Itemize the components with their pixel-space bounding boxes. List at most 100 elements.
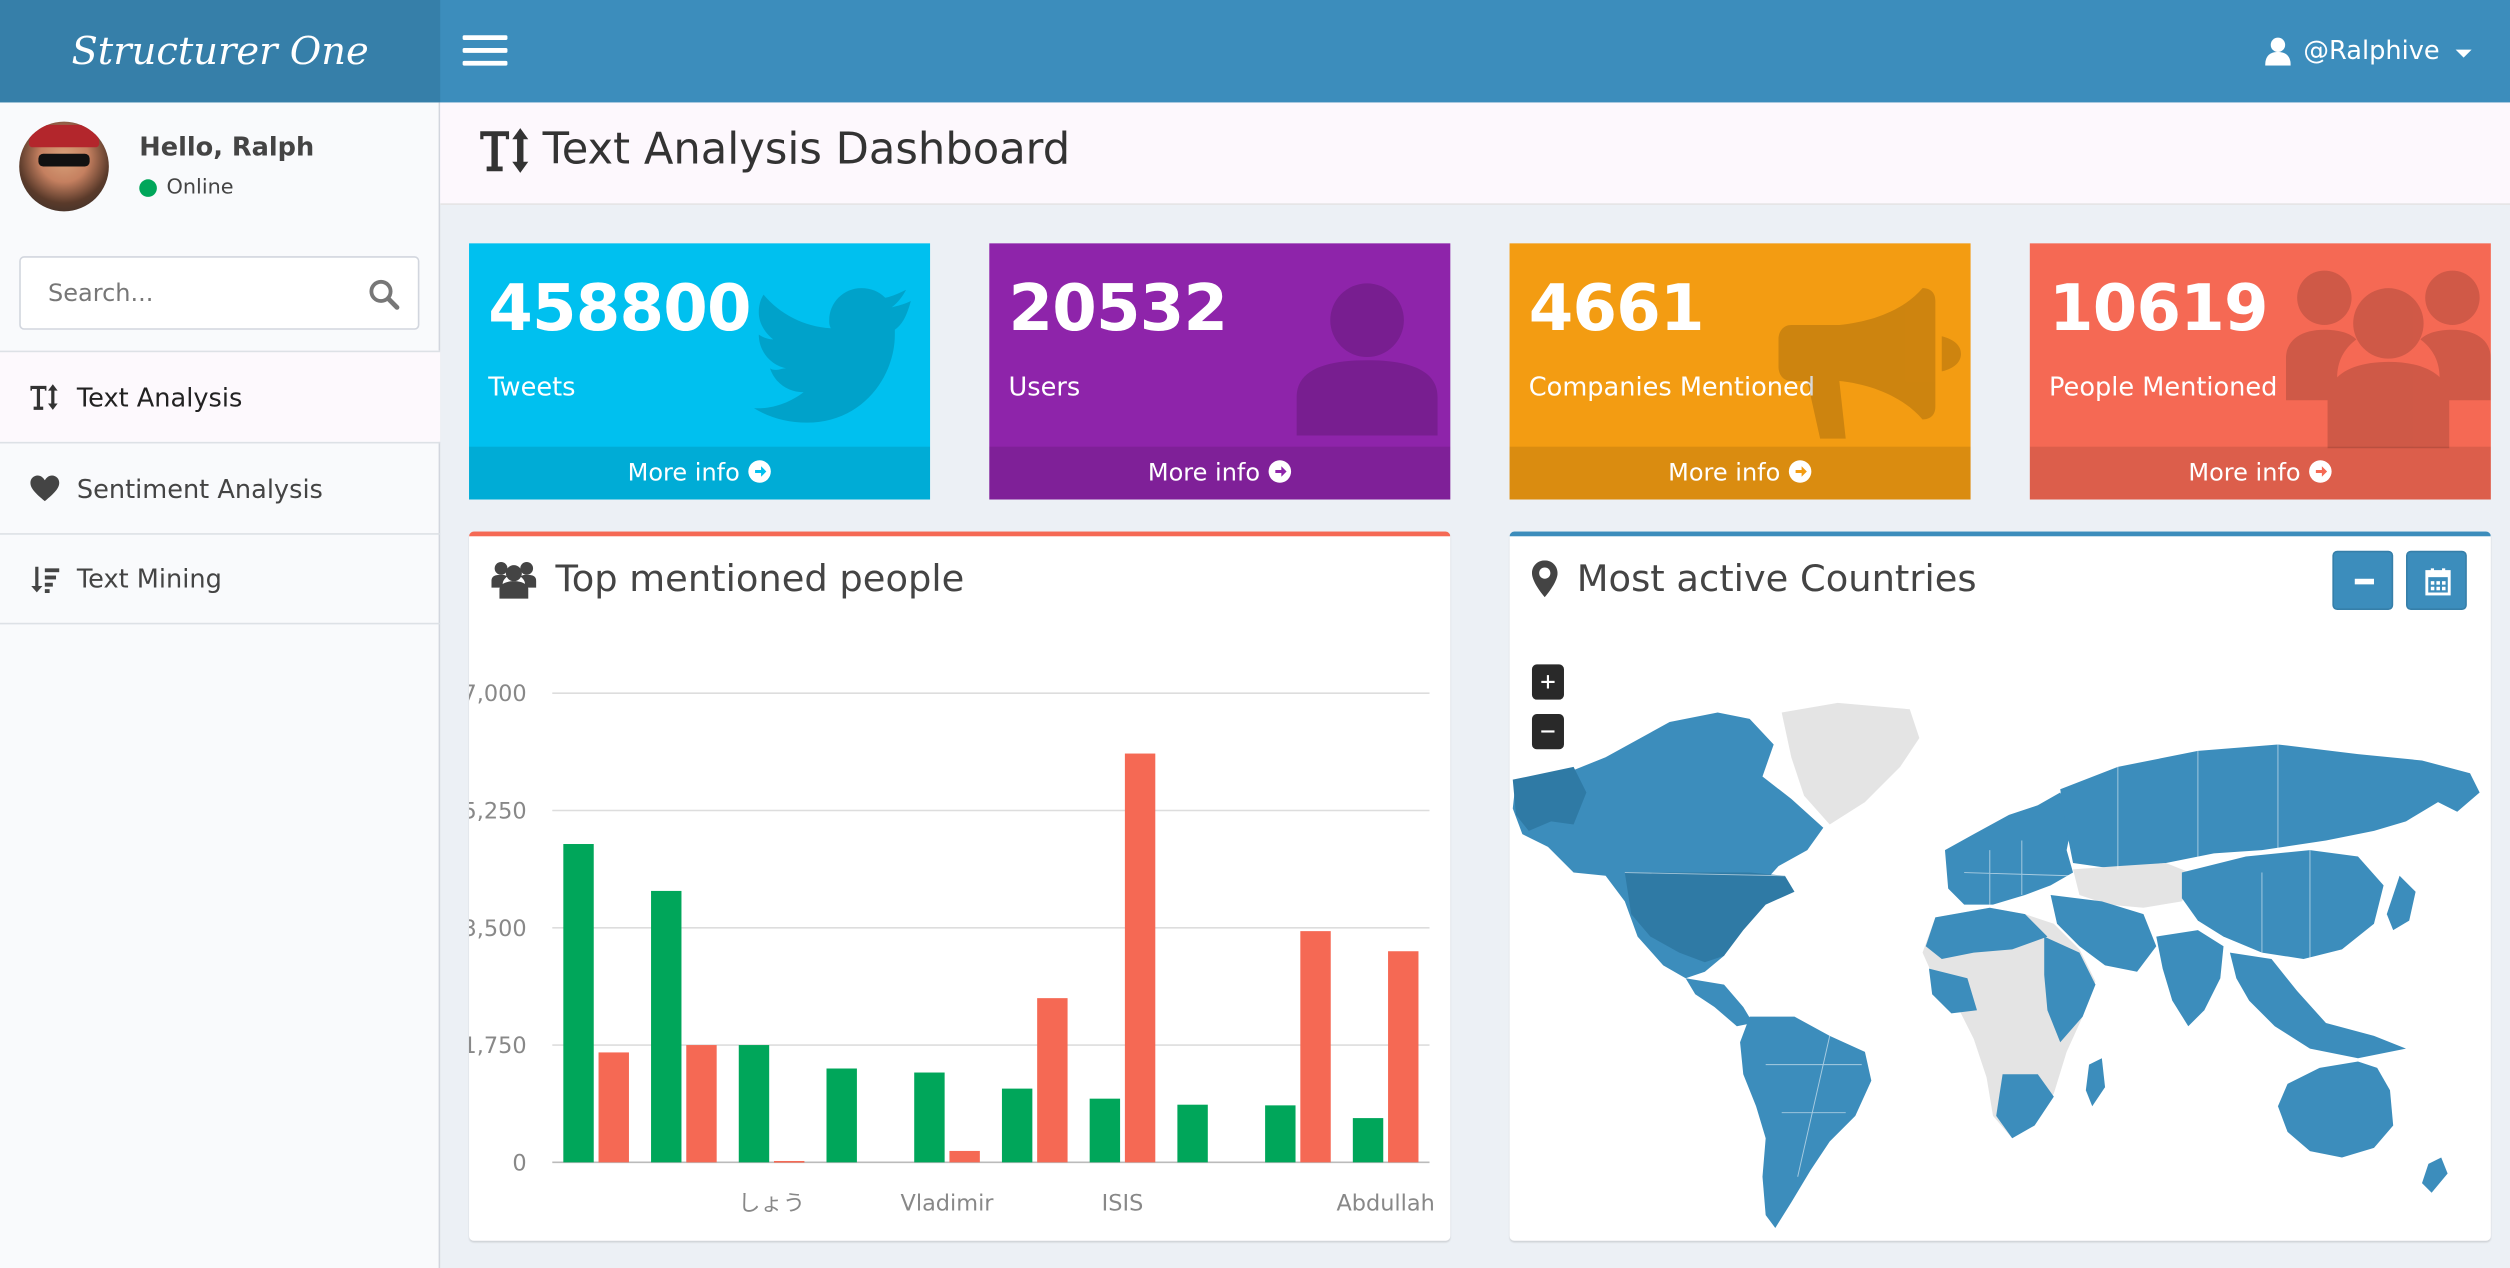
tweets-tile: 458800 Tweets More info — [469, 243, 931, 500]
users-more-info-link[interactable]: More info — [989, 446, 1451, 500]
user-icon — [2265, 37, 2291, 66]
tweets-more-info-link[interactable]: More info — [469, 446, 931, 500]
bar-series-0[interactable] — [1265, 1105, 1296, 1163]
x-tick-label: Vladimir — [901, 1190, 995, 1216]
sidebar-item-label: Sentiment Analysis — [76, 473, 323, 504]
sidebar-menu: Text Analysis Sentiment Analysis Text Mi… — [0, 350, 441, 625]
user-greeting: Hello, Ralph — [139, 131, 315, 162]
australia-region[interactable] — [2277, 1061, 2394, 1158]
countries-box: Most active Countries + − — [1509, 531, 2491, 1241]
map-zoom-in-button[interactable]: + — [1531, 664, 1564, 700]
bar-series-0[interactable] — [914, 1072, 945, 1163]
bar-series-0[interactable] — [1001, 1088, 1033, 1163]
caret-down-icon — [2455, 48, 2472, 57]
south-america-region[interactable] — [1740, 1016, 1872, 1228]
search-button[interactable] — [367, 277, 402, 312]
sidebar-search — [19, 256, 420, 330]
map-marker-icon — [1531, 560, 1558, 598]
europe-region[interactable] — [1944, 792, 2074, 905]
bar-series-1[interactable] — [1388, 951, 1419, 1163]
bar-series-1[interactable] — [1037, 998, 1068, 1163]
users-icon — [2285, 270, 2491, 449]
bar-series-1[interactable] — [686, 1045, 717, 1163]
bar-series-1[interactable] — [773, 1160, 805, 1163]
page-title: Text Analysis Dashboard — [479, 125, 1070, 175]
bar-series-0[interactable] — [563, 844, 594, 1163]
minus-icon — [2354, 578, 2374, 585]
status-label: Online — [166, 176, 234, 201]
hamburger-icon — [462, 35, 508, 41]
collapse-button[interactable] — [2332, 550, 2394, 610]
top-people-box: Top mentioned people 01,7503,5005,2507,0… — [469, 531, 1451, 1241]
y-tick-label: 3,500 — [469, 916, 527, 942]
tile-label: People Mentioned — [2049, 371, 2278, 402]
tile-label: Users — [1008, 371, 1081, 402]
sidebar-item-label: Text Analysis — [76, 381, 243, 413]
bar-series-0[interactable] — [1089, 1098, 1121, 1163]
x-tick-label: ISIS — [1102, 1190, 1144, 1216]
more-info-label: More info — [1668, 457, 1781, 487]
arrow-circle-right-icon — [1788, 460, 1812, 483]
companies-more-info-link[interactable]: More info — [1509, 446, 1971, 500]
user-icon — [1296, 283, 1438, 436]
new-zealand-region[interactable] — [2422, 1157, 2448, 1193]
text-height-icon — [480, 127, 529, 173]
companies-tile: 4661 Companies Mentioned More info — [1509, 243, 1971, 500]
more-info-label: More info — [1147, 457, 1261, 487]
x-tick-label: Abdullah — [1336, 1190, 1434, 1216]
tile-value: 4661 — [1528, 272, 1705, 346]
greenland-region[interactable] — [1781, 702, 1920, 825]
chart-bars — [563, 753, 1419, 1163]
sidebar-item-label: Text Mining — [76, 563, 222, 594]
bar-series-0[interactable] — [1352, 1118, 1384, 1163]
date-range-button[interactable] — [2406, 550, 2467, 610]
central-america-region[interactable] — [1685, 978, 1753, 1027]
more-info-label: More info — [2188, 457, 2301, 487]
calendar-icon — [2425, 568, 2451, 596]
people-tile: 10619 People Mentioned More info — [2029, 243, 2491, 500]
chart-x-labels: しょう Vladimir ISIS Abdullah — [738, 1190, 1435, 1216]
russia-region[interactable] — [2060, 744, 2480, 870]
arrow-circle-right-icon — [1268, 460, 1291, 483]
box-title-text: Most active Countries — [1576, 558, 1977, 601]
sidebar-item-sentiment-analysis[interactable]: Sentiment Analysis — [0, 441, 441, 533]
username-label: @Ralphive — [2303, 35, 2440, 66]
sidebar-item-text-mining[interactable]: Text Mining — [0, 533, 441, 625]
y-tick-label: 7,000 — [469, 681, 527, 707]
bar-series-1[interactable] — [598, 1052, 629, 1163]
user-panel: Hello, Ralph Online — [19, 121, 427, 218]
japan-region[interactable] — [2386, 875, 2416, 931]
bar-series-1[interactable] — [949, 1150, 980, 1163]
y-tick-label: 0 — [512, 1150, 526, 1176]
x-tick-label: しょう — [738, 1190, 805, 1216]
tile-value: 20532 — [1008, 272, 1229, 346]
sidebar-toggle-button[interactable] — [462, 35, 508, 67]
bar-series-0[interactable] — [651, 890, 682, 1163]
bar-series-0[interactable] — [1177, 1104, 1208, 1163]
heart-icon — [30, 475, 60, 502]
madagascar-region[interactable] — [2085, 1058, 2106, 1107]
page-title-text: Text Analysis Dashboard — [542, 124, 1071, 175]
y-tick-label: 1,750 — [469, 1033, 527, 1059]
bar-series-0[interactable] — [826, 1068, 857, 1163]
text-height-icon — [30, 384, 58, 410]
bar-series-1[interactable] — [1300, 931, 1331, 1163]
bar-series-1[interactable] — [1124, 753, 1156, 1163]
app-logo[interactable]: Structurer One — [0, 0, 441, 103]
top-navbar: Structurer One @Ralphive — [0, 0, 2510, 103]
tile-value: 10619 — [2049, 272, 2269, 346]
bar-series-0[interactable] — [738, 1045, 770, 1163]
search-input[interactable] — [20, 257, 349, 329]
sidebar: Hello, Ralph Online Text Analysis — [0, 102, 441, 1268]
user-menu[interactable]: @Ralphive — [2265, 0, 2472, 102]
users-tile: 20532 Users More info — [989, 243, 1451, 500]
tile-value: 458800 — [488, 272, 751, 346]
india-region[interactable] — [2156, 930, 2224, 1027]
sidebar-item-text-analysis[interactable]: Text Analysis — [0, 350, 441, 442]
tile-label: Companies Mentioned — [1528, 371, 1815, 402]
bullhorn-icon — [1778, 288, 1961, 439]
people-bar-chart: 0 1,750 3,500 5,250 7,000 しょう Vladimir ISIS Abd… — [469, 681, 1435, 1216]
people-more-info-link[interactable]: More info — [2029, 446, 2491, 500]
southeast-asia-region[interactable] — [2229, 952, 2407, 1059]
world-map — [1512, 702, 2480, 1228]
